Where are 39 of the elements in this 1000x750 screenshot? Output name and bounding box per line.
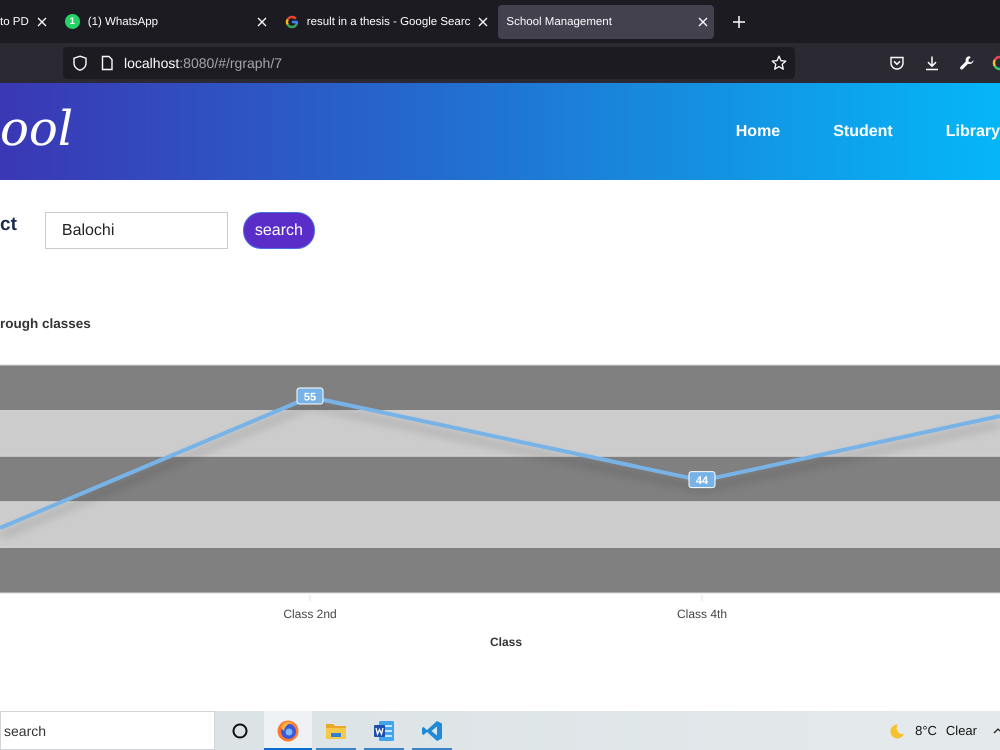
close-icon[interactable] [478,16,488,26]
circle-icon[interactable] [230,722,248,740]
close-icon[interactable] [256,16,267,26]
filter-label: ct [0,214,17,236]
browser-tab[interactable]: result in a thesis - Google Searc [276,4,494,38]
download-icon[interactable] [924,55,940,71]
axis-title: Class [490,635,522,649]
chevron-up-icon[interactable] [993,726,1000,736]
shield-icon[interactable] [72,55,88,71]
page-icon[interactable] [99,55,115,71]
browser-icon [276,718,300,742]
axis-label: Class 4th [676,607,728,621]
plus-icon[interactable] [733,16,746,28]
wrench-icon[interactable] [959,55,975,71]
browser-tab[interactable]: to PD [0,4,53,38]
close-icon[interactable] [698,16,708,26]
data-label: 55 [296,388,324,404]
subject-field[interactable]: Balochi [44,212,228,249]
code-editor-icon [420,718,444,742]
axis-label: Class 2nd [283,607,337,621]
data-label: 44 [688,471,716,488]
logo-text[interactable]: ool [0,104,74,152]
browser-tab[interactable]: School Management [498,4,714,38]
close-icon[interactable] [36,16,47,26]
temperature-text[interactable]: 8°C [915,723,937,738]
document-icon [372,718,396,742]
taskbar-app[interactable] [264,711,312,750]
browser-tab[interactable]: 1 (1) WhatsApp [56,4,273,38]
count-badge: 1 [64,14,80,29]
weather-text[interactable]: Clear [946,723,977,738]
chart-title: rough classes [0,316,91,332]
search-button[interactable]: search [242,212,315,249]
search-field[interactable]: search [0,711,215,750]
extension-icon[interactable] [992,55,1000,71]
star-icon[interactable] [771,55,787,71]
pocket-icon[interactable] [889,55,905,71]
colored-g-icon [284,14,299,28]
url-text[interactable]: localhost:8080/#/rgraph/7 [124,55,282,71]
address-bar[interactable]: localhost:8080/#/rgraph/7 [63,47,795,79]
